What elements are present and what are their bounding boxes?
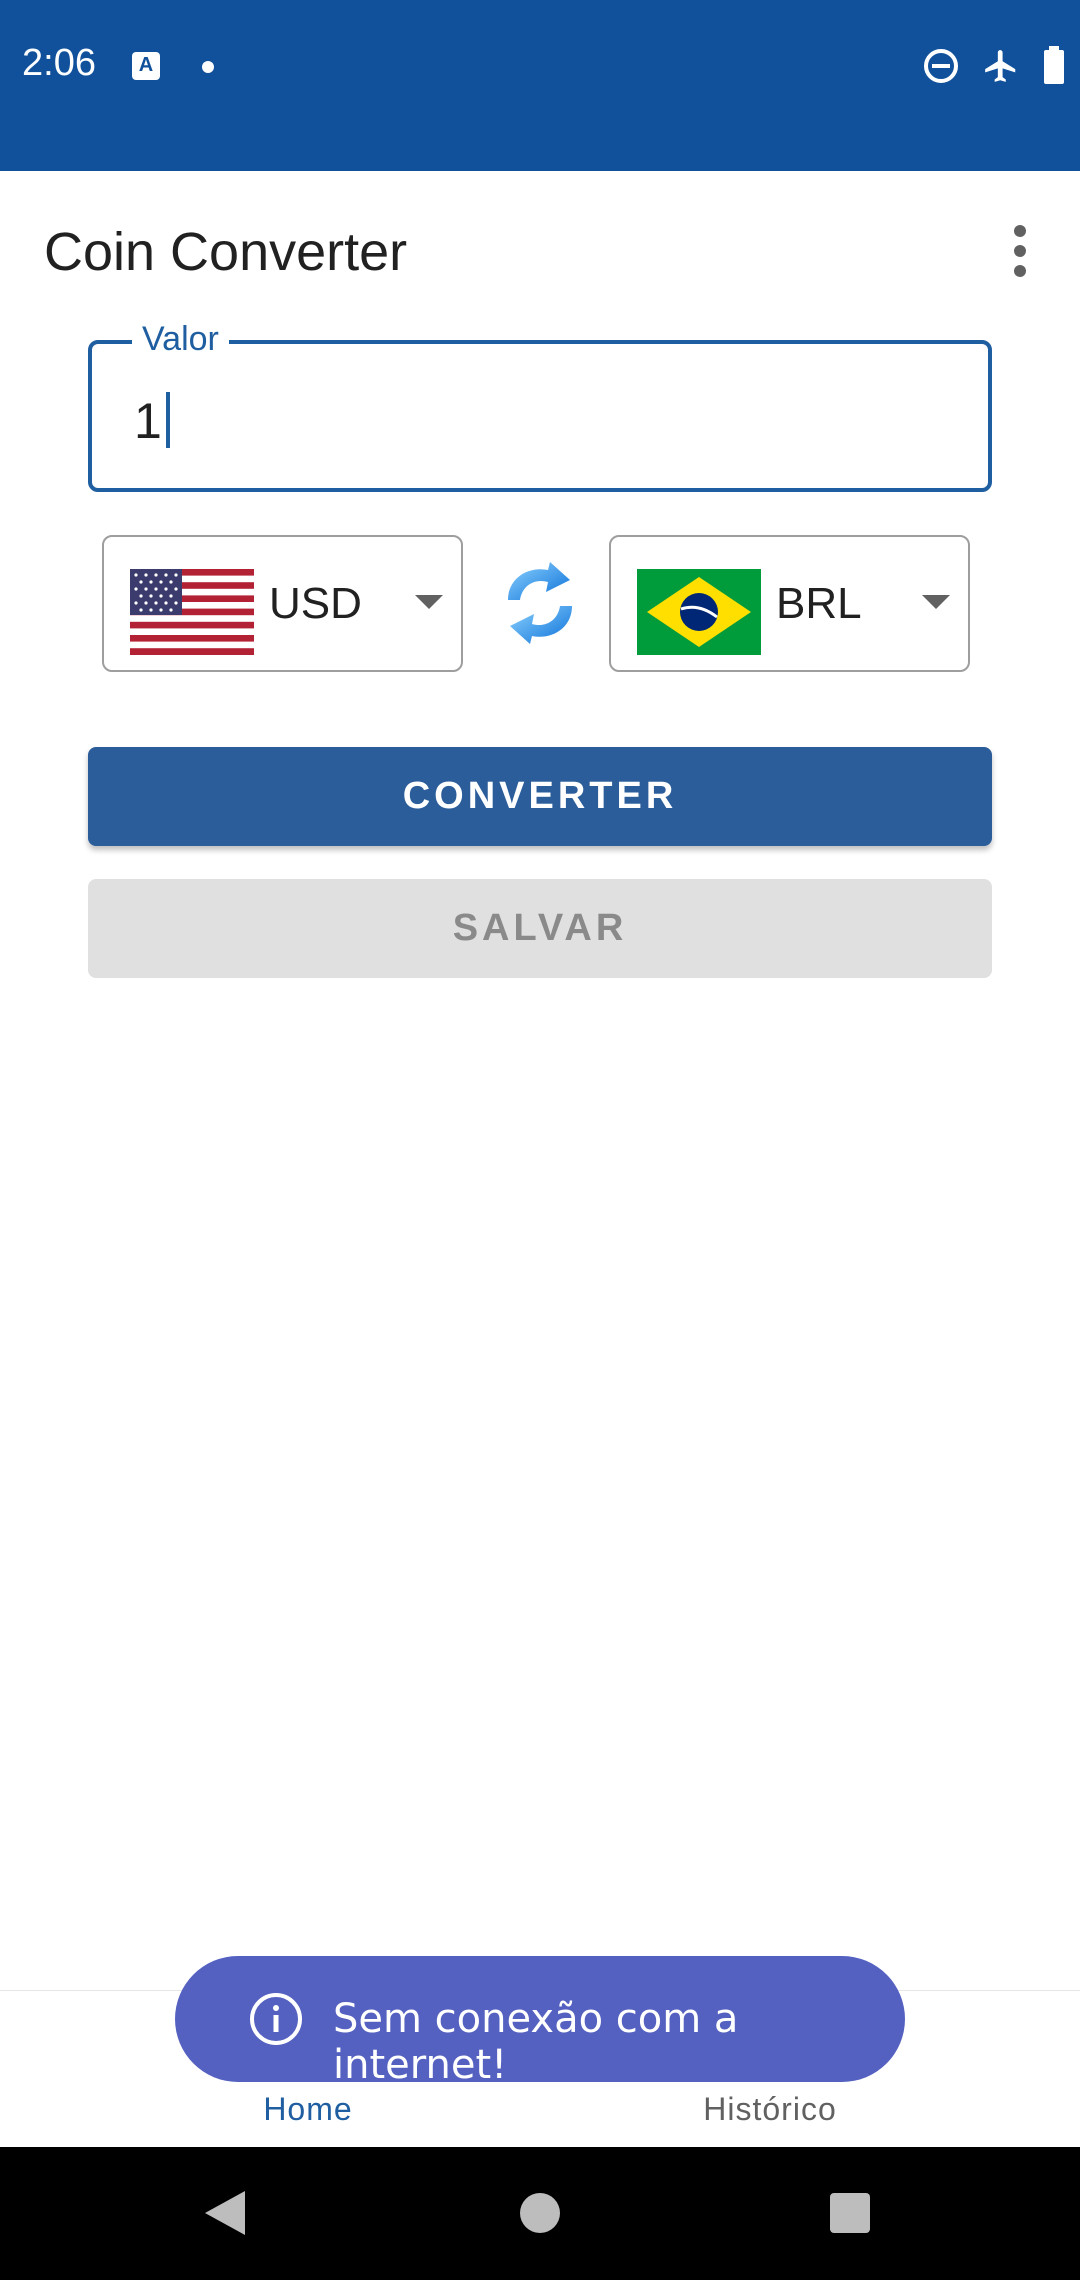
status-time: 2:06 [22,42,96,84]
dropdown-arrow-icon [415,595,443,609]
status-bar: 2:06 A [0,0,1080,171]
to-currency-select[interactable]: BRL [609,535,970,672]
info-icon [250,1993,302,2045]
dot-icon [202,61,214,73]
back-icon[interactable] [205,2191,245,2235]
app-bar: Coin Converter [0,171,1080,331]
snackbar-text: Sem conexão com a internet! [333,1996,739,2088]
airplane-mode-icon [985,50,1016,82]
app-notification-icon: A [132,52,160,80]
recent-apps-icon[interactable] [830,2193,870,2233]
us-flag-icon [130,569,254,655]
app-title: Coin Converter [44,222,408,282]
no-connection-snackbar: Sem conexão com a internet! [175,1956,905,2088]
do-not-disturb-icon [924,49,958,83]
nav-label-history: Histórico [703,2091,837,2127]
status-system-icons [922,46,1066,86]
battery-icon [1044,46,1064,84]
system-navigation-bar [0,2147,1080,2280]
convert-button[interactable]: CONVERTER [88,747,992,846]
text-cursor [165,392,170,448]
value-input[interactable]: Valor 1 [88,320,992,492]
nav-label-home: Home [263,2091,353,2127]
home-button-icon[interactable] [520,2193,560,2233]
swap-arrows-icon[interactable] [498,560,582,646]
value-text: 1 [134,393,162,449]
to-currency-code: BRL [776,579,862,628]
value-input-text[interactable]: 1 [134,392,170,450]
save-button[interactable]: SALVAR [88,879,992,978]
brazil-flag-icon [637,569,761,655]
value-label: Valor [132,320,229,359]
from-currency-select[interactable]: USD [102,535,463,672]
dropdown-arrow-icon [922,595,950,609]
from-currency-code: USD [269,579,362,628]
more-vert-icon[interactable] [1000,223,1040,279]
